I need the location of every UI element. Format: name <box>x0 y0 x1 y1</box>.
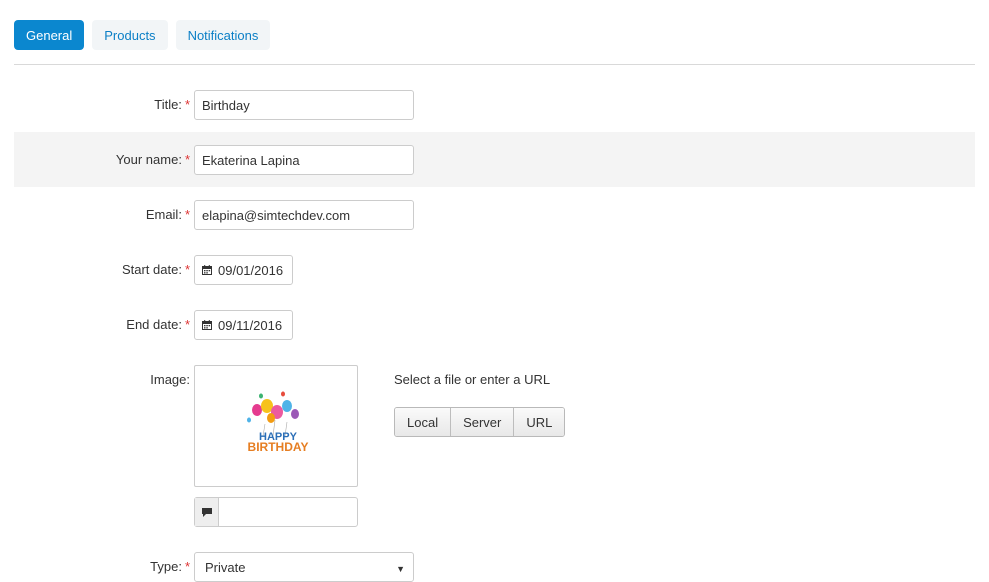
chevron-down-icon: ▼ <box>396 564 405 574</box>
image-alt-input[interactable] <box>194 497 358 527</box>
url-button[interactable]: URL <box>514 408 565 436</box>
calendar-icon[interactable] <box>202 265 212 275</box>
image-label-text: Image: <box>150 372 190 387</box>
email-label-text: Email: <box>145 207 182 222</box>
start-date-label-text: Start date: <box>121 262 182 277</box>
required-mark: * <box>184 152 190 167</box>
tab-general[interactable]: General <box>14 20 85 50</box>
form-row-start-date: Start date: * 09/01/2016 <box>14 242 975 297</box>
required-mark: * <box>184 559 190 574</box>
form-row-type: Type: * <box>14 540 975 582</box>
image-source-buttons: Local Server URL <box>394 407 566 437</box>
your-name-input[interactable]: Ekaterina Lapina <box>194 145 414 175</box>
type-select-value: Private <box>205 559 246 575</box>
required-mark: * <box>184 317 190 332</box>
calendar-icon[interactable] <box>202 320 212 330</box>
form-row-end-date: End date: * 09/11/2016 <box>14 297 975 352</box>
end-date-input[interactable]: 09/11/2016 <box>194 310 293 340</box>
comment-icon <box>195 498 219 526</box>
tab-notifications[interactable]: Notifications <box>175 20 271 50</box>
image-preview[interactable]: HAPPY BIRTHDAY <box>194 365 358 487</box>
type-label-text: Type: <box>150 559 182 574</box>
type-label: Type: * <box>150 559 190 574</box>
type-select[interactable]: Private ▼ <box>194 552 414 582</box>
start-date-label: Start date: * <box>122 242 190 297</box>
form-row-title: Title: * Birthday <box>14 77 975 132</box>
email-label: Email: * <box>146 187 190 242</box>
title-label-text: Title: <box>154 97 182 112</box>
form-row-your-name: Your name: * Ekaterina Lapina <box>14 132 975 187</box>
required-mark: * <box>184 97 190 112</box>
image-label: Image: <box>150 372 190 387</box>
your-name-label-text: Your name: <box>115 152 182 167</box>
local-button[interactable]: Local <box>395 408 452 436</box>
tab-bar: General Products Notifications <box>14 20 271 50</box>
required-mark: * <box>184 262 190 277</box>
birthday-image: HAPPY BIRTHDAY <box>247 391 309 454</box>
form-row-email: Email: * elapina@simtechdev.com <box>14 187 975 242</box>
start-date-value: 09/01/2016 <box>218 262 284 278</box>
server-button[interactable]: Server <box>451 408 515 436</box>
tabs-divider <box>14 64 975 65</box>
required-mark: * <box>184 207 190 222</box>
title-label: Title: * <box>154 77 190 132</box>
start-date-input[interactable]: 09/01/2016 <box>194 255 293 285</box>
end-date-label: End date: * <box>126 297 190 352</box>
tab-products[interactable]: Products <box>92 20 168 50</box>
title-input[interactable]: Birthday <box>194 90 414 120</box>
your-name-label: Your name: * <box>116 132 190 187</box>
select-file-hint: Select a file or enter a URL <box>394 372 551 387</box>
end-date-value: 09/11/2016 <box>218 317 283 333</box>
birthday-text: BIRTHDAY <box>248 440 309 454</box>
end-date-label-text: End date: <box>126 317 182 332</box>
email-input[interactable]: elapina@simtechdev.com <box>194 200 414 230</box>
